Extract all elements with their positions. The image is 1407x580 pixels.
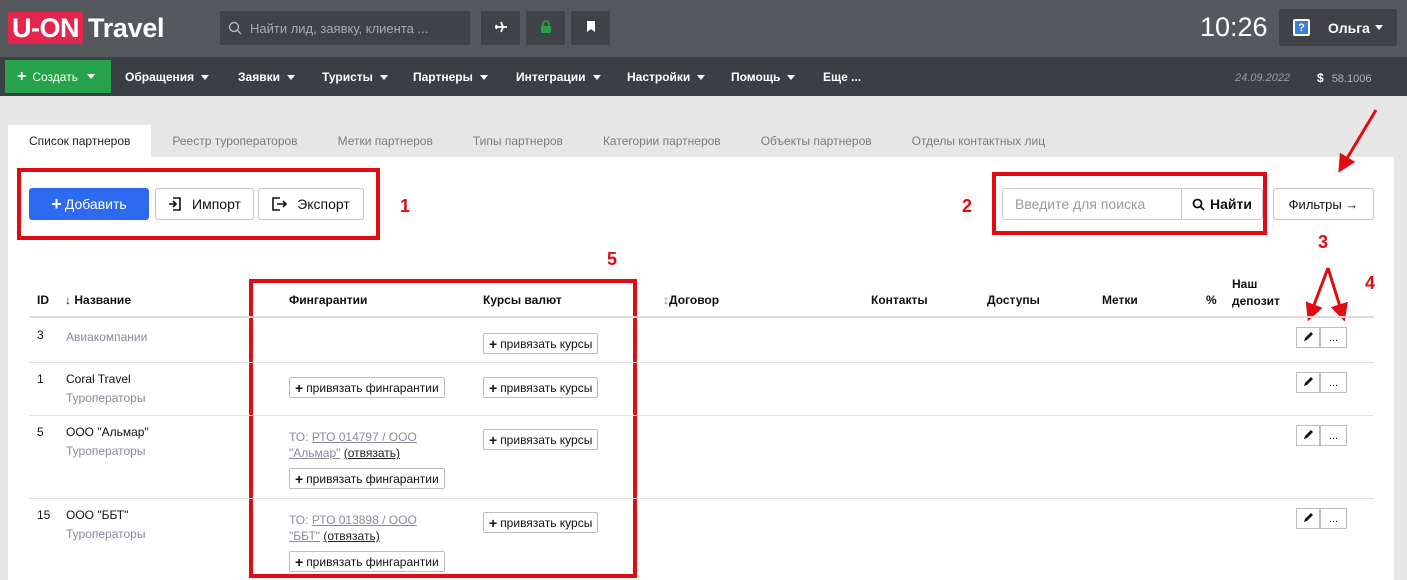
pencil-icon (1303, 376, 1314, 390)
col-access[interactable]: Доступы (987, 293, 1040, 307)
row-id: 15 (37, 508, 51, 522)
pencil-icon (1303, 429, 1314, 443)
edit-button[interactable] (1296, 425, 1320, 446)
bind-guarantees-label: привязать фингарантии (306, 554, 439, 569)
more-button[interactable]: ... (1320, 425, 1347, 446)
unbind-link[interactable]: (отвязать) (323, 529, 379, 543)
col-contract[interactable]: ↕Договор (663, 293, 719, 307)
plus-icon: + (489, 431, 498, 448)
bind-rates-button[interactable]: + привязать курсы (483, 333, 599, 354)
sort-down-icon: ↓ (65, 293, 71, 307)
guarantee-prefix: ТО: (289, 430, 309, 444)
bind-rates-button[interactable]: + привязать курсы (483, 512, 599, 533)
guarantee-prefix: ТО: (289, 513, 309, 527)
row-type: Туроператоры (66, 527, 146, 541)
col-rates[interactable]: Курсы валют (483, 293, 562, 307)
bind-rates-label: привязать курсы (500, 515, 593, 530)
plus-icon: + (295, 379, 304, 396)
unbind-link[interactable]: (отвязать) (344, 446, 400, 460)
row-id: 5 (37, 425, 44, 439)
plus-icon: + (489, 514, 498, 531)
bind-guarantees-button[interactable]: + привязать фингарантии (289, 377, 445, 398)
col-deposit-line2: депозит (1232, 294, 1280, 308)
row-type: Туроператоры (66, 444, 146, 458)
more-button[interactable]: ... (1320, 372, 1347, 393)
plus-icon: + (489, 379, 498, 396)
col-contacts[interactable]: Контакты (871, 293, 928, 307)
row-id: 1 (37, 372, 44, 386)
bind-guarantees-label: привязать фингарантии (306, 380, 439, 395)
bind-rates-label: привязать курсы (500, 380, 593, 395)
col-contract-label: Договор (669, 293, 720, 307)
pencil-icon (1303, 331, 1314, 345)
arrow-to-filters (1338, 109, 1378, 173)
col-guarantees[interactable]: Фингарантии (289, 293, 367, 307)
plus-icon: + (489, 335, 498, 352)
bind-rates-button[interactable]: + привязать курсы (483, 377, 599, 398)
row-type: Туроператоры (66, 391, 146, 405)
col-id[interactable]: ID (37, 293, 49, 307)
bind-guarantees-button[interactable]: + привязать фингарантии (289, 468, 445, 489)
annotation-arrows (1305, 109, 1378, 322)
plus-icon: + (295, 470, 304, 487)
edit-button[interactable] (1296, 327, 1320, 348)
pencil-icon (1303, 512, 1314, 526)
bind-guarantees-label: привязать фингарантии (306, 471, 439, 486)
col-deposit[interactable]: Наш депозит (1232, 276, 1280, 310)
more-button[interactable]: ... (1320, 327, 1347, 348)
bind-guarantees-button[interactable]: + привязать фингарантии (289, 551, 445, 572)
edit-button[interactable] (1296, 508, 1320, 529)
col-percent[interactable]: % (1206, 293, 1217, 307)
row-divider (29, 415, 1374, 416)
bind-rates-button[interactable]: + привязать курсы (483, 429, 599, 450)
row-divider (29, 362, 1374, 363)
col-tags[interactable]: Метки (1102, 293, 1138, 307)
row-name[interactable]: ООО "ББТ" (66, 508, 128, 522)
edit-button[interactable] (1296, 372, 1320, 393)
arrow-to-edit (1305, 267, 1330, 322)
guarantee-info: ТО: РТО 014797 / ООО "Альмар" (отвязать) (289, 429, 439, 461)
col-name-label: Название (74, 293, 131, 307)
row-name[interactable]: Coral Travel (66, 372, 131, 386)
row-type: Авиакомпании (66, 330, 148, 344)
row-divider (29, 498, 1374, 499)
col-deposit-line1: Наш (1232, 277, 1258, 291)
plus-icon: + (295, 553, 304, 570)
row-id: 3 (37, 328, 44, 342)
bind-rates-label: привязать курсы (500, 336, 593, 351)
col-name[interactable]: ↓ Название (65, 293, 131, 307)
row-name[interactable]: ООО "Альмар" (66, 425, 149, 439)
arrow-to-more (1326, 267, 1348, 322)
bind-rates-label: привязать курсы (500, 432, 593, 447)
guarantee-info: ТО: РТО 013898 / ООО "ББТ" (отвязать) (289, 512, 439, 544)
header-divider (29, 316, 1374, 318)
more-button[interactable]: ... (1320, 508, 1347, 529)
